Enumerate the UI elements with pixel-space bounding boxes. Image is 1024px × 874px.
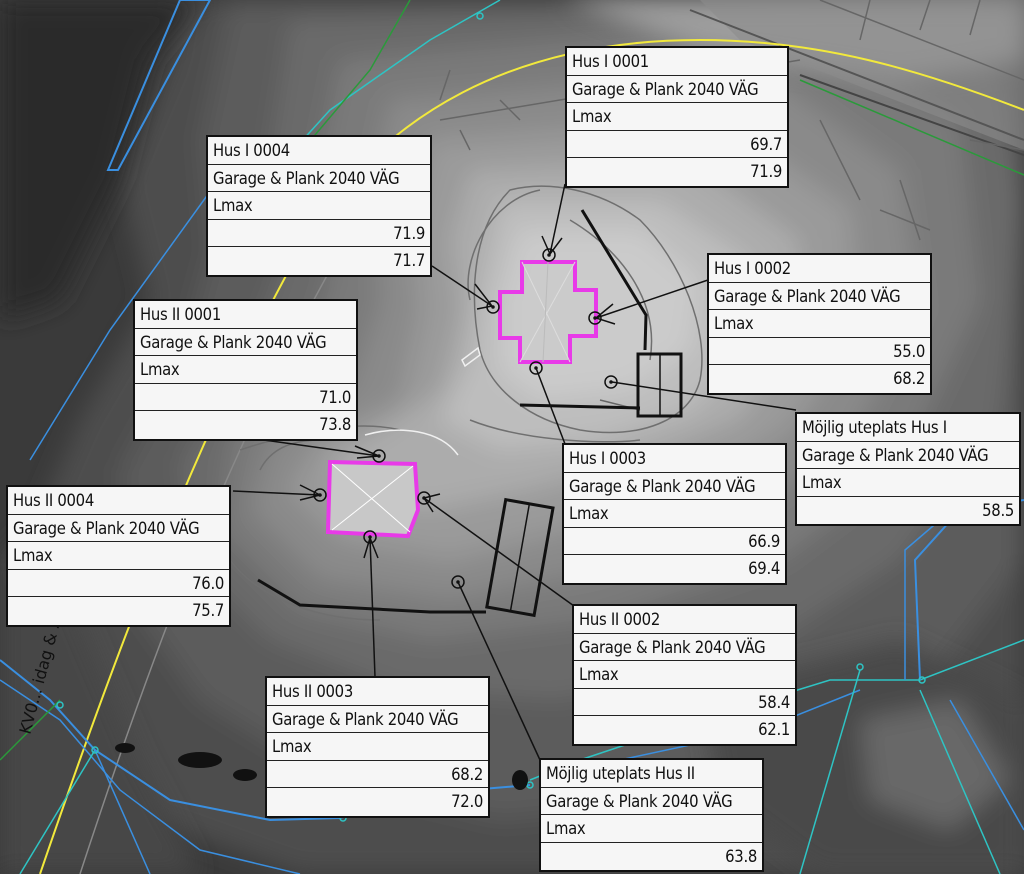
label-value: 71.9 [208, 220, 430, 247]
label-metric: Lmax [797, 469, 1019, 497]
label-metric: Lmax [574, 661, 795, 689]
label-metric: Lmax [567, 103, 787, 131]
label-value: 69.4 [748, 559, 780, 578]
label-title: Hus I 0004 [208, 137, 430, 165]
label-box-hus2-0002: Hus II 0002 Garage & Plank 2040 VÄG Lmax 58… [572, 604, 797, 746]
label-value: 68.2 [893, 369, 925, 388]
label-metric: Lmax [541, 815, 762, 843]
label-scenario: Garage & Plank 2040 VÄG [208, 165, 430, 192]
label-metric: Lmax [135, 356, 356, 384]
label-metric: Lmax [267, 733, 488, 761]
label-value: 63.8 [725, 846, 757, 866]
label-box-hus1-0002: Hus I 0002 Garage & Plank 2040 VÄG Lmax 55.… [707, 253, 932, 395]
label-metric: Lmax [709, 310, 930, 338]
label-metric: Lmax [208, 192, 430, 220]
label-title: Hus I 0002 [709, 255, 930, 283]
label-title: Möjlig uteplats Hus II [541, 760, 762, 788]
label-box-hus1-0001: Hus I 0001 Garage & Plank 2040 VÄG Lmax 69.… [565, 46, 789, 188]
label-title: Hus I 0001 [567, 48, 787, 76]
label-value: 76.0 [8, 570, 229, 597]
label-scenario: Garage & Plank 2040 VÄG [797, 442, 1019, 469]
label-title: Hus II 0004 [8, 487, 229, 515]
label-value: 71.0 [135, 384, 356, 411]
label-box-hus2-0004: Hus II 0004 Garage & Plank 2040 VÄG Lmax 76… [6, 485, 231, 627]
label-box-hus2-0001: Hus II 0001 Garage & Plank 2040 VÄG Lmax 71… [133, 299, 358, 441]
label-value: 55.0 [709, 338, 930, 365]
label-scenario: Garage & Plank 2040 VÄG [709, 283, 930, 310]
label-box-hus1-0003: Hus I 0003 Garage & Plank 2040 VÄG Lmax 66.… [562, 443, 787, 585]
label-value: 58.4 [574, 689, 795, 716]
label-value: 73.8 [319, 415, 351, 434]
label-title: Hus I 0003 [564, 445, 785, 473]
building-hus-2 [325, 459, 421, 539]
label-metric: Lmax [8, 542, 229, 570]
label-value: 72.0 [451, 792, 483, 811]
label-value: 75.7 [192, 601, 224, 620]
label-title: Möjlig uteplats Hus I [797, 414, 1019, 442]
label-value: 68.2 [267, 761, 488, 788]
label-value: 71.9 [750, 162, 782, 181]
label-title: Hus II 0001 [135, 301, 356, 329]
label-value: 58.5 [982, 500, 1014, 520]
label-box-uteplats-hus2: Möjlig uteplats Hus II Garage & Plank 204… [539, 758, 764, 872]
label-scenario: Garage & Plank 2040 VÄG [574, 634, 795, 661]
label-title: Hus II 0002 [574, 606, 795, 634]
label-title: Hus II 0003 [267, 678, 488, 706]
label-box-uteplats-hus1: Möjlig uteplats Hus I Garage & Plank 2040… [795, 412, 1021, 526]
label-scenario: Garage & Plank 2040 VÄG [541, 788, 762, 815]
label-value: 62.1 [758, 720, 790, 739]
label-scenario: Garage & Plank 2040 VÄG [567, 76, 787, 103]
label-box-hus1-0004: Hus I 0004 Garage & Plank 2040 VÄG Lmax 71.… [206, 135, 432, 277]
label-value: 66.9 [564, 528, 785, 555]
label-scenario: Garage & Plank 2040 VÄG [267, 706, 488, 733]
label-box-hus2-0003: Hus II 0003 Garage & Plank 2040 VÄG Lmax 68… [265, 676, 490, 818]
label-scenario: Garage & Plank 2040 VÄG [8, 515, 229, 542]
label-metric: Lmax [564, 500, 785, 528]
label-scenario: Garage & Plank 2040 VÄG [135, 329, 356, 356]
label-value: 69.7 [567, 131, 787, 158]
label-value: 71.7 [393, 251, 425, 270]
label-scenario: Garage & Plank 2040 VÄG [564, 473, 785, 500]
